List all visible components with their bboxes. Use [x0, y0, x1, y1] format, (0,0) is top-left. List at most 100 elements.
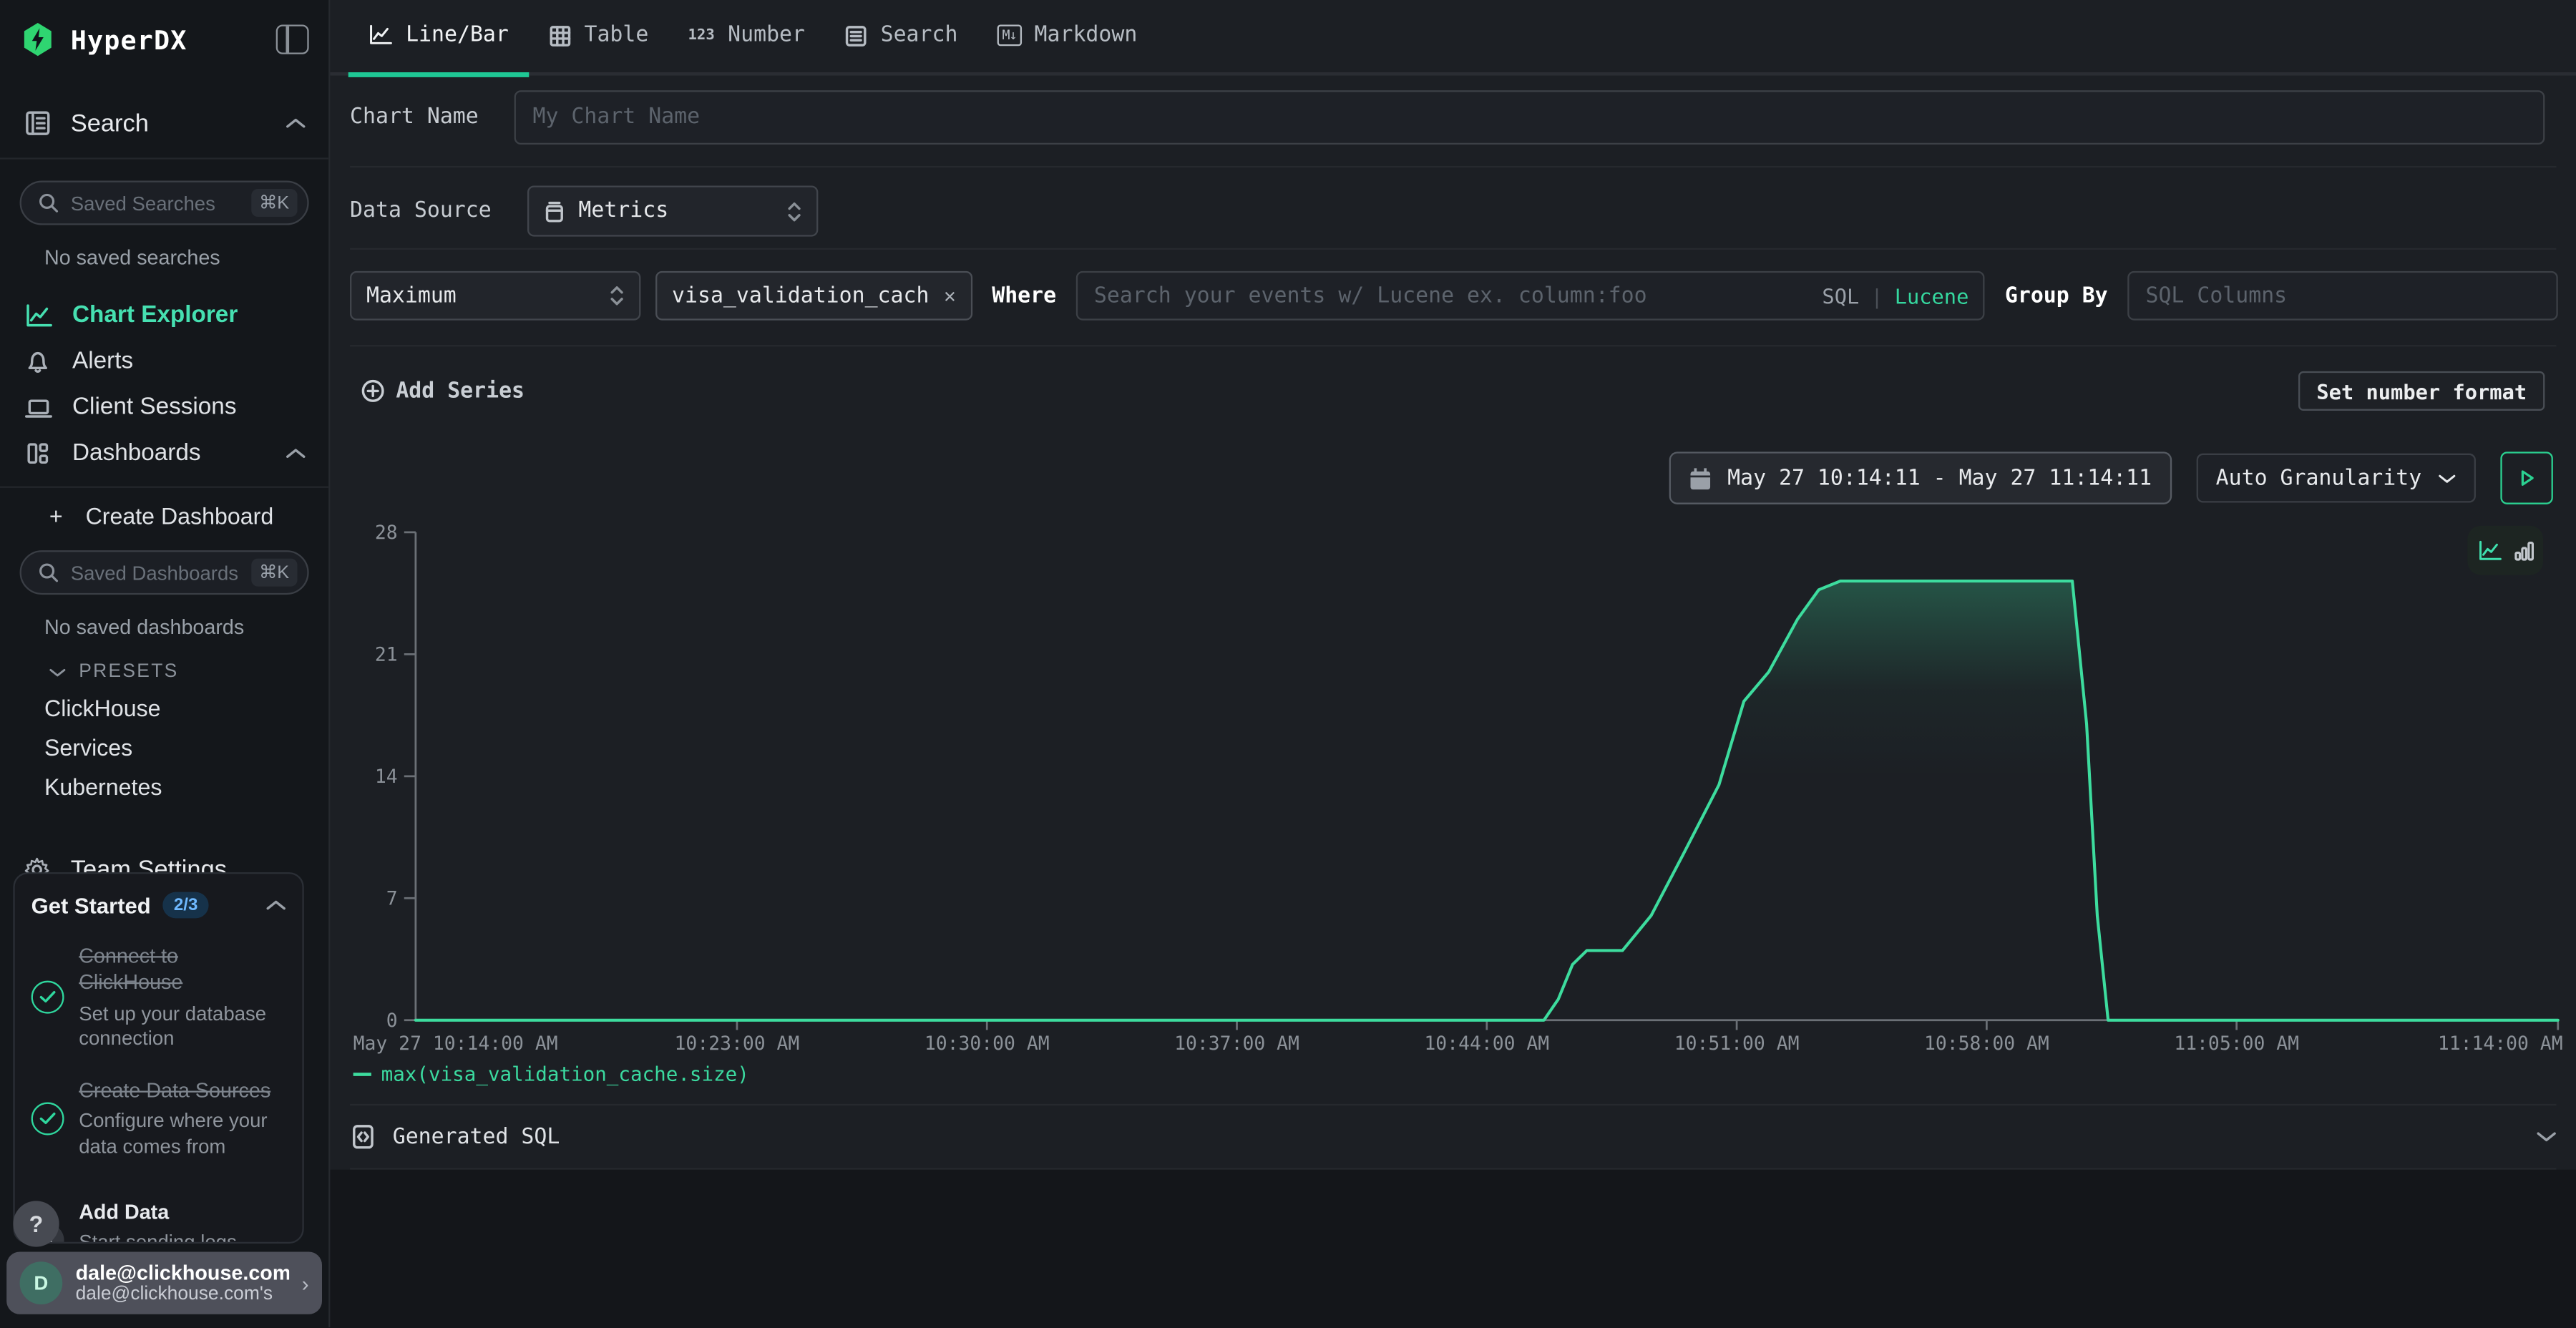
play-icon [2517, 468, 2537, 488]
user-email: dale@clickhouse.com [76, 1261, 289, 1284]
saved-searches-field[interactable] [71, 191, 240, 214]
data-source-label: Data Source [350, 199, 492, 223]
task-subtitle: Start sending logs, metrics, or traces [79, 1231, 248, 1244]
chart-type-tabbar: Line/Bar Table 123 Number [330, 0, 2576, 76]
help-button[interactable]: ? [13, 1201, 59, 1246]
check-circle-icon [31, 981, 64, 1014]
saved-dashboards-input[interactable]: ⌘K [20, 550, 309, 595]
task-subtitle: Configure where your data comes from [79, 1109, 286, 1161]
hyperdx-logo-icon [20, 21, 57, 58]
chevron-up-icon [286, 117, 306, 130]
generated-sql-label: Generated SQL [393, 1125, 2520, 1149]
get-started-item-connect[interactable]: Connect to ClickHouse Set up your databa… [31, 943, 286, 1053]
sql-mode-button[interactable]: SQL [1822, 283, 1859, 308]
task-title: Connect to ClickHouse [79, 943, 286, 997]
run-query-button[interactable] [2500, 451, 2552, 504]
get-started-item-add-data[interactable]: 3 Add Data Start sending logs, metrics, … [31, 1199, 286, 1244]
svg-text:10:37:00 AM: 10:37:00 AM [1174, 1032, 1299, 1055]
user-menu[interactable]: D dale@clickhouse.com dale@clickhouse.co… [6, 1251, 322, 1314]
task-title: Add Data [79, 1199, 248, 1226]
divider [350, 345, 2556, 346]
sidebar-item-label: Dashboards [72, 440, 201, 467]
svg-text:10:51:00 AM: 10:51:00 AM [1674, 1032, 1800, 1055]
sidebar-collapse-icon[interactable] [276, 24, 309, 54]
group-by-label: Group By [2005, 283, 2108, 308]
saved-searches-input[interactable]: ⌘K [20, 181, 309, 225]
svg-text:May 27 10:14:00 AM: May 27 10:14:00 AM [353, 1032, 558, 1055]
preset-clickhouse[interactable]: ClickHouse [0, 682, 328, 721]
legend-label: max(visa_validation_cache.size) [381, 1063, 749, 1085]
saved-dashboards-field[interactable] [71, 561, 240, 584]
svg-text:11:14:00 AM: 11:14:00 AM [2438, 1032, 2563, 1055]
metric-tag[interactable]: visa_validation_cach ✕ [655, 271, 972, 321]
create-dashboard-button[interactable]: + Create Dashboard [0, 488, 328, 529]
generated-sql-toggle[interactable]: Generated SQL [350, 1105, 2556, 1168]
date-range-picker[interactable]: May 27 10:14:11 - May 27 11:14:11 [1670, 451, 2172, 504]
chevron-down-icon [2537, 1131, 2557, 1143]
timeseries-chart[interactable]: 07142128May 27 10:14:00 AM10:23:00 AM10:… [353, 522, 2563, 1065]
sidebar-item-dashboards[interactable]: Dashboards [0, 431, 328, 477]
add-series-button[interactable]: Add Series [361, 379, 525, 403]
sidebar: HyperDX Search ⌘K No saved searches [0, 0, 330, 1327]
svg-text:21: 21 [375, 644, 398, 666]
sidebar-item-label: Client Sessions [72, 394, 236, 421]
chart-name-input[interactable] [514, 90, 2545, 145]
group-by-input[interactable] [2127, 271, 2558, 321]
set-number-format-button[interactable]: Set number format [2298, 371, 2545, 411]
tab-label: Table [584, 24, 648, 48]
search-icon [38, 192, 59, 214]
presets-toggle[interactable]: PRESETS [0, 639, 328, 682]
tab-table[interactable]: Table [528, 0, 668, 77]
sidebar-section-search[interactable]: Search [0, 102, 328, 145]
tab-number[interactable]: 123 Number [668, 0, 825, 77]
tab-markdown[interactable]: M↓ Markdown [977, 0, 1157, 77]
divider [350, 248, 2556, 250]
table-icon [548, 24, 571, 47]
tab-label: Number [728, 24, 805, 48]
add-series-label: Add Series [396, 379, 525, 403]
sidebar-item-alerts[interactable]: Alerts [0, 338, 328, 384]
chevron-up-down-icon [787, 200, 802, 223]
plus-icon: + [49, 503, 63, 529]
tab-search[interactable]: Search [825, 0, 977, 77]
get-started-progress-badge: 2/3 [162, 892, 210, 919]
code-icon [350, 1123, 376, 1150]
chart-line-icon [23, 303, 52, 328]
hyperdx-app: HyperDX Search ⌘K No saved searches [0, 0, 2576, 1327]
get-started-item-sources[interactable]: Create Data Sources Configure where your… [31, 1077, 286, 1160]
avatar: D [20, 1261, 63, 1304]
data-source-select[interactable]: Metrics [527, 185, 818, 236]
chevron-right-icon: › [302, 1271, 309, 1295]
granularity-select[interactable]: Auto Granularity [2196, 454, 2476, 503]
kbd-shortcut: ⌘K [250, 189, 297, 217]
user-team: dale@clickhouse.com's [76, 1284, 289, 1304]
where-label: Where [992, 283, 1056, 308]
chevron-up-icon[interactable] [266, 899, 286, 912]
svg-text:28: 28 [375, 522, 398, 544]
sidebar-item-client-sessions[interactable]: Client Sessions [0, 384, 328, 430]
chart-legend: max(visa_validation_cache.size) [353, 1063, 749, 1085]
divider [0, 157, 328, 159]
bell-icon [23, 348, 52, 375]
tab-label: Search [881, 24, 958, 48]
metric-tag-label: visa_validation_cach [672, 283, 929, 308]
query-language-toggle: SQL | Lucene [1822, 283, 1968, 308]
aggregation-select[interactable]: Maximum [350, 271, 640, 321]
sidebar-item-chart-explorer[interactable]: Chart Explorer [0, 293, 328, 338]
preset-kubernetes[interactable]: Kubernetes [0, 761, 328, 800]
check-circle-icon [31, 1102, 64, 1135]
tab-line-bar[interactable]: Line/Bar [348, 0, 529, 77]
chevron-up-icon [286, 446, 306, 459]
logo-row: HyperDX [0, 0, 328, 57]
preset-services[interactable]: Services [0, 721, 328, 761]
arrow-right-icon: → [263, 1228, 286, 1244]
create-dashboard-label: Create Dashboard [86, 503, 274, 529]
tab-label: Line/Bar [406, 24, 509, 48]
separator: | [1870, 283, 1883, 308]
page-background [330, 1170, 2576, 1327]
lucene-mode-button[interactable]: Lucene [1895, 283, 1969, 308]
search-icon [38, 562, 59, 583]
close-icon[interactable]: ✕ [944, 284, 956, 307]
markdown-icon: M↓ [997, 25, 1022, 47]
sidebar-item-label: Chart Explorer [72, 302, 238, 328]
